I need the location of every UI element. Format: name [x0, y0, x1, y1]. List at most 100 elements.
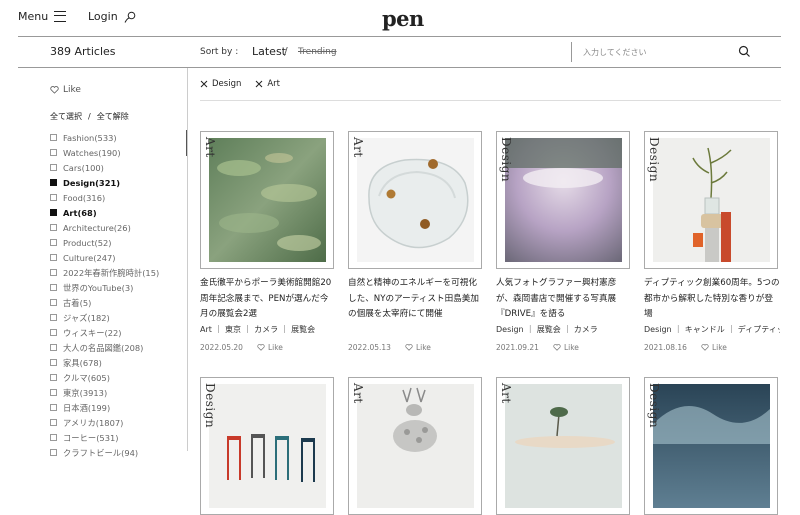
category-item[interactable]: ウィスキー(22) [50, 325, 159, 340]
category-checkbox[interactable] [50, 434, 57, 441]
select-all-button[interactable]: 全て選択 [50, 112, 82, 121]
category-label: クラフトビール(94) [63, 447, 139, 458]
article-thumbnail[interactable]: Art [200, 131, 334, 269]
category-item[interactable]: 世界のYouTube(3) [50, 280, 159, 295]
like-filter[interactable]: Like [50, 85, 81, 95]
select-controls: 全て選択 / 全て解除 [50, 111, 135, 122]
category-item[interactable]: ジャズ(182) [50, 310, 159, 325]
article-title[interactable]: ディプティック創業60周年。5つの都市から解釈した特別な香りが登場 [644, 276, 780, 323]
filter-chip-art[interactable]: Art [255, 79, 280, 89]
category-label: 古着(5) [63, 297, 92, 308]
article-tags[interactable]: Design ｜ キャンドル ｜ ディプティック [644, 324, 780, 335]
category-checkbox[interactable] [50, 284, 57, 291]
category-label: アメリカ(1807) [63, 417, 124, 428]
category-item[interactable]: 家具(678) [50, 355, 159, 370]
category-label: 大人の名品図鑑(208) [63, 342, 144, 353]
category-item[interactable]: 日本酒(199) [50, 400, 159, 415]
category-item[interactable]: Art(68) [50, 205, 159, 220]
search-icon[interactable] [738, 45, 751, 58]
category-item[interactable]: Food(316) [50, 190, 159, 205]
sort-bar: 389 Articles Sort by : Latest / Trending [0, 37, 800, 67]
menu-label: Menu [18, 10, 49, 23]
category-checkbox[interactable] [50, 359, 57, 366]
category-item[interactable]: コーヒー(531) [50, 430, 159, 445]
category-item[interactable]: クルマ(605) [50, 370, 159, 385]
like-button[interactable]: Like [257, 343, 283, 352]
like-label: Like [415, 343, 431, 352]
category-checkbox[interactable] [50, 194, 57, 201]
like-button[interactable]: Like [553, 343, 579, 352]
category-label: Cars(100) [63, 162, 104, 173]
island-tree-image [505, 384, 622, 508]
article-thumbnail[interactable]: Design [496, 131, 630, 269]
category-checkbox[interactable] [50, 344, 57, 351]
article-count: 389 Articles [50, 45, 116, 58]
article-thumbnail[interactable]: Art [496, 377, 630, 515]
site-logo[interactable]: pen [382, 6, 424, 31]
category-item[interactable]: 2022年春新作腕時計(15) [50, 265, 159, 280]
search-input[interactable] [583, 43, 723, 61]
filter-chip-design[interactable]: Design [200, 79, 241, 89]
category-checkbox[interactable] [50, 149, 57, 156]
article-meta: 2021.09.21 Like [496, 343, 579, 352]
category-checkbox[interactable] [50, 314, 57, 321]
deselect-all-button[interactable]: 全て解除 [97, 112, 129, 121]
category-checkbox[interactable] [50, 419, 57, 426]
category-checkbox[interactable] [50, 179, 57, 186]
category-label: Architecture(26) [63, 222, 131, 233]
article-category-label: Art [351, 383, 365, 404]
article-category-label: Art [499, 383, 513, 404]
category-checkbox[interactable] [50, 224, 57, 231]
article-title[interactable]: 人気フォトグラファー興村憲彦が、森岡書店で開催する写真展『DRIVE』を語る [496, 276, 632, 323]
article-thumbnail[interactable]: Design [200, 377, 334, 515]
category-item[interactable]: アメリカ(1807) [50, 415, 159, 430]
category-item[interactable]: Design(321) [50, 175, 159, 190]
article-title[interactable]: 自然と精神のエネルギーを可視化した、NYのアーティスト田島美加の個展を太宰府にて… [348, 276, 484, 323]
category-label: Art(68) [63, 207, 97, 218]
category-item[interactable]: Architecture(26) [50, 220, 159, 235]
category-label: Culture(247) [63, 252, 116, 263]
category-checkbox[interactable] [50, 239, 57, 246]
article-tags[interactable]: Design ｜ 展覧会 ｜ カメラ [496, 324, 632, 335]
sort-trending-option[interactable]: Trending [298, 47, 337, 57]
category-item[interactable]: Cars(100) [50, 160, 159, 175]
category-item[interactable]: Product(52) [50, 235, 159, 250]
article-thumbnail[interactable]: Art [348, 131, 482, 269]
category-checkbox[interactable] [50, 254, 57, 261]
stools-photo-image [209, 384, 326, 508]
like-button[interactable]: Like [405, 343, 431, 352]
category-list: Fashion(533) Watches(190) Cars(100) Design(… [50, 130, 159, 460]
category-checkbox[interactable] [50, 269, 57, 276]
glass-sculpture-image [357, 138, 474, 262]
category-checkbox[interactable] [50, 449, 57, 456]
category-item[interactable]: クラフトビール(94) [50, 445, 159, 460]
category-item[interactable]: 古着(5) [50, 295, 159, 310]
like-button[interactable]: Like [701, 343, 727, 352]
article-thumbnail[interactable]: Design [644, 131, 778, 269]
article-thumbnail[interactable]: Art [348, 377, 482, 515]
article-tags[interactable]: Art ｜ 東京 ｜ カメラ ｜ 展覧会 [200, 324, 336, 335]
category-checkbox[interactable] [50, 374, 57, 381]
category-item[interactable]: 大人の名品図鑑(208) [50, 340, 159, 355]
category-sidebar: Like 全て選択 / 全て解除 Fashion(533) Watches(190) C… [0, 68, 188, 458]
user-icon [124, 11, 135, 23]
category-checkbox[interactable] [50, 389, 57, 396]
article-title[interactable]: 金氏徹平からポーラ美術館開館20周年記念展まで、PENが選んだ今月の展覧会2選 [200, 276, 336, 323]
article-thumbnail[interactable]: Design [644, 377, 778, 515]
category-checkbox[interactable] [50, 209, 57, 216]
category-checkbox[interactable] [50, 164, 57, 171]
category-checkbox[interactable] [50, 329, 57, 336]
sort-separator: / [284, 45, 288, 58]
category-checkbox[interactable] [50, 134, 57, 141]
category-item[interactable]: Watches(190) [50, 145, 159, 160]
category-item[interactable]: Fashion(533) [50, 130, 159, 145]
filters-divider [200, 100, 781, 101]
heart-icon [257, 344, 265, 351]
menu-button[interactable]: Menu [18, 10, 67, 23]
category-item[interactable]: Culture(247) [50, 250, 159, 265]
category-item[interactable]: 東京(3913) [50, 385, 159, 400]
sort-latest-option[interactable]: Latest [252, 45, 286, 58]
login-button[interactable]: Login [88, 10, 137, 23]
category-checkbox[interactable] [50, 299, 57, 306]
category-checkbox[interactable] [50, 404, 57, 411]
